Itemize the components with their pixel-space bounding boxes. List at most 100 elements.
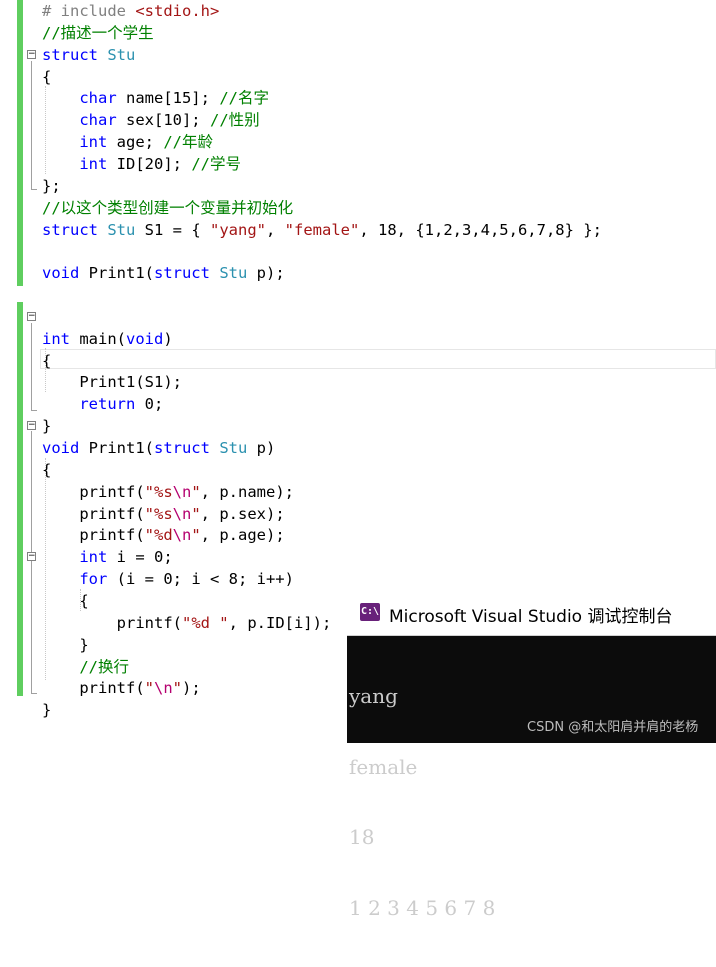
- code-token: };: [42, 176, 61, 195]
- code-line[interactable]: printf("%d ", p.ID[i]);: [42, 612, 332, 634]
- code-line[interactable]: void Print1(struct Stu p);: [42, 262, 285, 284]
- change-marker-bar: [17, 0, 23, 286]
- code-line[interactable]: return 0;: [42, 393, 163, 415]
- code-line[interactable]: printf("\n");: [42, 677, 200, 699]
- code-token: ,: [266, 220, 285, 239]
- code-token: # include: [42, 2, 136, 20]
- code-token: Stu: [219, 439, 248, 457]
- code-token: void: [126, 329, 164, 348]
- fold-outline: [31, 693, 37, 694]
- code-token: "%s: [144, 482, 173, 501]
- code-token: struct: [153, 264, 210, 283]
- code-token: , p.sex);: [200, 504, 285, 523]
- code-line[interactable]: # include <stdio.h>: [42, 0, 219, 22]
- change-marker-bar: [17, 302, 23, 696]
- code-line[interactable]: int i = 0;: [42, 546, 173, 568]
- code-line[interactable]: printf("%s\n", p.sex);: [42, 503, 285, 525]
- code-token: Print1(: [79, 439, 154, 457]
- code-token: //性别: [209, 111, 260, 130]
- code-token: printf(: [42, 679, 145, 698]
- collapse-toggle-icon[interactable]: −: [27, 421, 36, 430]
- collapse-toggle-icon[interactable]: −: [27, 50, 36, 59]
- code-token: , p.age);: [200, 526, 285, 545]
- code-line[interactable]: void Print1(struct Stu p): [42, 437, 275, 459]
- code-token: , p.ID[i]);: [228, 613, 332, 632]
- code-line[interactable]: char name[15]; //名字: [42, 87, 269, 109]
- code-line[interactable]: //描述一个学生: [42, 22, 154, 44]
- code-token: i = 0;: [107, 548, 173, 567]
- code-token: "female": [284, 220, 360, 239]
- collapse-toggle-icon[interactable]: −: [27, 312, 36, 321]
- code-line[interactable]: }: [42, 634, 89, 656]
- code-token: Print1(: [79, 264, 154, 283]
- console-title-bar[interactable]: C:\ Microsoft Visual Studio 调试控制台: [347, 591, 716, 636]
- code-token: S1 = {: [135, 220, 210, 239]
- code-token: }: [42, 417, 52, 436]
- code-token: (i = 0; i < 8; i++): [107, 570, 294, 589]
- code-line[interactable]: };: [42, 175, 61, 197]
- code-line[interactable]: {: [42, 350, 51, 372]
- code-token: struct: [42, 220, 98, 239]
- code-line[interactable]: Print1(S1);: [42, 371, 182, 393]
- fold-outline: [31, 323, 32, 410]
- code-token: p);: [247, 264, 285, 283]
- code-line[interactable]: printf("%d\n", p.age);: [42, 524, 285, 546]
- code-line[interactable]: int main(void): [42, 328, 173, 350]
- code-line[interactable]: }: [42, 415, 51, 437]
- code-line[interactable]: for (i = 0; i < 8; i++): [42, 568, 294, 590]
- code-token: for: [79, 570, 108, 589]
- code-token: char: [79, 89, 117, 108]
- code-line[interactable]: //以这个类型创建一个变量并初始化: [42, 197, 293, 219]
- code-token: void: [42, 264, 80, 283]
- code-token: char: [79, 111, 117, 130]
- code-token: \n: [172, 482, 192, 501]
- code-token: ": [191, 504, 201, 523]
- code-token: ": [172, 679, 183, 698]
- code-token: "%d: [144, 526, 173, 545]
- code-token: printf(: [42, 482, 145, 501]
- code-token: Print1(S1);: [42, 373, 182, 392]
- code-token: int: [42, 329, 70, 348]
- code-token: Stu: [107, 45, 136, 64]
- code-token: int: [79, 154, 108, 173]
- code-token: main(: [70, 329, 126, 348]
- code-line[interactable]: int age; //年龄: [42, 131, 213, 153]
- console-output-line: 18: [349, 825, 375, 849]
- code-token: "%d ": [181, 613, 229, 632]
- code-line[interactable]: struct Stu: [42, 44, 135, 66]
- code-line[interactable]: }: [42, 699, 51, 721]
- code-token: printf(: [42, 613, 182, 632]
- code-token: int: [79, 133, 108, 152]
- code-token: printf(: [42, 526, 145, 545]
- code-token: {: [42, 67, 52, 86]
- code-line[interactable]: char sex[10]; //性别: [42, 109, 260, 131]
- code-line[interactable]: {: [42, 590, 89, 612]
- code-token: {: [42, 591, 89, 610]
- code-token: ": [191, 482, 201, 501]
- code-line[interactable]: struct Stu S1 = { "yang", "female", 18, …: [42, 219, 602, 241]
- code-token: "yang": [210, 220, 266, 239]
- code-token: p): [247, 439, 276, 457]
- code-line[interactable]: int ID[20]; //学号: [42, 153, 241, 175]
- code-line[interactable]: {: [42, 66, 51, 88]
- code-token: //学号: [191, 154, 241, 173]
- code-token: "%s: [144, 504, 173, 523]
- code-line[interactable]: //换行: [42, 656, 129, 678]
- code-token: }: [42, 635, 89, 654]
- code-token: \n: [154, 679, 173, 698]
- code-token: {: [42, 351, 52, 370]
- fold-outline: [31, 189, 37, 190]
- code-token: 0;: [135, 395, 164, 414]
- console-title: Microsoft Visual Studio 调试控制台: [389, 607, 673, 627]
- collapse-toggle-icon[interactable]: −: [27, 552, 36, 561]
- code-line[interactable]: {: [42, 459, 51, 481]
- code-line[interactable]: printf("%s\n", p.name);: [42, 481, 294, 503]
- current-line-highlight: [40, 349, 716, 369]
- code-token: Stu: [107, 220, 136, 239]
